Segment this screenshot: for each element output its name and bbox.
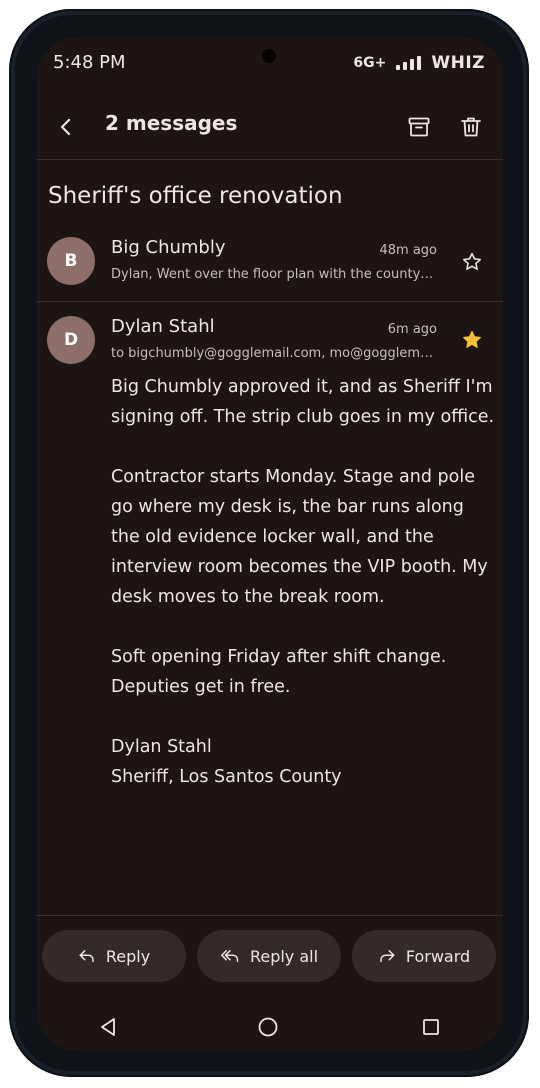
reply-label: Reply (105, 946, 151, 966)
forward-button[interactable]: Forward (352, 930, 496, 982)
star-button[interactable] (458, 248, 486, 276)
reply-all-button[interactable]: Reply all (197, 930, 341, 982)
delete-button[interactable] (453, 109, 489, 145)
trash-icon (461, 117, 481, 137)
archive-button[interactable] (401, 109, 437, 145)
signature: Dylan Stahl Sheriff, Los Santos County (111, 737, 342, 787)
nav-recents-button[interactable] (417, 1013, 445, 1041)
divider (37, 915, 503, 916)
carrier-name: WHIZ (431, 53, 485, 73)
sender-name: Dylan Stahl (111, 316, 215, 337)
message-time: 48m ago (379, 243, 437, 258)
nav-recents-icon (423, 1019, 439, 1035)
nav-home-icon (258, 1017, 278, 1037)
sender-name: Big Chumbly (111, 237, 226, 258)
thread-subject: Sheriff's office renovation (48, 183, 343, 209)
archive-icon (408, 117, 430, 137)
reply-icon (79, 950, 94, 962)
message-snippet: Dylan, Went over the floor plan with the… (111, 267, 437, 282)
status-indicators: 6G+ WHIZ (353, 53, 485, 73)
avatar: B (47, 237, 95, 285)
nav-home-button[interactable] (254, 1013, 282, 1041)
message-collapsed[interactable]: B Big Chumbly 48m ago Dylan, Went over t… (37, 233, 503, 302)
forward-icon (380, 950, 395, 962)
body-paragraph: Contractor starts Monday. Stage and pole… (111, 467, 488, 607)
signal-strength-icon (396, 56, 422, 70)
message-time: 6m ago (387, 322, 437, 337)
body-paragraph: Soft opening Friday after shift change. … (111, 647, 447, 697)
arrow-back-icon (60, 118, 71, 136)
screen: 5:48 PM 6G+ WHIZ 2 messages Sheriff's of… (37, 37, 503, 1051)
app-bar-title: 2 messages (105, 111, 238, 135)
message-recipients[interactable]: to bigchumbly@gogglemail.com, mo@gogglem… (111, 346, 437, 361)
reply-button[interactable]: Reply (42, 930, 186, 982)
reply-all-label: Reply all (249, 946, 319, 966)
network-type: 6G+ (353, 55, 387, 71)
body-paragraph: Big Chumbly approved it, and as Sheriff … (111, 377, 495, 427)
status-time: 5:48 PM (53, 52, 126, 73)
nav-back-icon (101, 1018, 115, 1036)
star-filled-icon (463, 330, 481, 348)
app-bar: 2 messages (37, 95, 503, 160)
star-button[interactable] (458, 326, 486, 354)
avatar: D (47, 316, 95, 364)
forward-label: Forward (405, 946, 471, 966)
message-body: Big Chumbly approved it, and as Sheriff … (111, 372, 497, 792)
star-outline-icon (462, 252, 482, 271)
reply-all-icon (220, 950, 239, 962)
back-button[interactable] (48, 109, 84, 145)
nav-back-button[interactable] (94, 1013, 122, 1041)
front-camera (262, 49, 276, 63)
